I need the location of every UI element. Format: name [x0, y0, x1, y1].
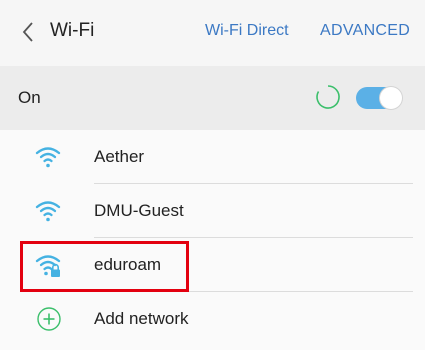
add-network-label: Add network	[94, 309, 189, 328]
advanced-button[interactable]: ADVANCED	[320, 22, 410, 40]
highlight-box	[20, 241, 189, 292]
network-name: DMU-Guest	[94, 201, 184, 220]
toggle-knob	[380, 87, 402, 109]
wifi-status-label: On	[18, 88, 41, 107]
wifi-icon	[35, 201, 61, 222]
network-item-dmu-guest[interactable]: DMU-Guest	[0, 184, 425, 238]
network-name: Aether	[94, 147, 145, 166]
app-header: Wi-Fi Wi-Fi Direct ADVANCED	[0, 0, 425, 66]
wifi-icon	[35, 147, 61, 168]
plus-circle-icon	[37, 307, 61, 331]
wifi-direct-button[interactable]: Wi-Fi Direct	[205, 22, 289, 40]
network-item-aether[interactable]: Aether	[0, 130, 425, 184]
add-network-item[interactable]: Add network	[0, 292, 425, 346]
network-list: Aether DMU-Guest eduroam Add network	[0, 130, 425, 350]
page-title: Wi-Fi	[50, 20, 95, 41]
wifi-toggle[interactable]	[356, 87, 402, 109]
scanning-spinner-icon	[316, 85, 340, 109]
back-button[interactable]	[16, 20, 40, 44]
chevron-left-icon	[22, 22, 33, 42]
